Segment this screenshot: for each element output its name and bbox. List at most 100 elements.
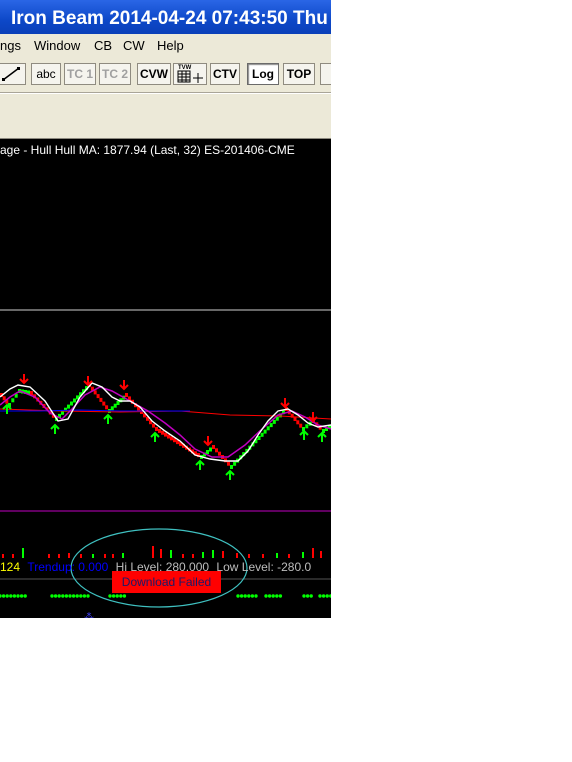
renko-bricks bbox=[0, 383, 331, 469]
trend-dots bbox=[0, 594, 331, 598]
indicator-value: 124 bbox=[0, 560, 21, 574]
trend-dot bbox=[325, 594, 329, 598]
trend-dot bbox=[321, 594, 326, 598]
down-arrow-icon bbox=[203, 436, 213, 447]
renko-brick bbox=[102, 401, 106, 406]
trend-dot bbox=[302, 594, 306, 598]
ctv-button[interactable]: CTV bbox=[210, 63, 240, 85]
up-arrow-icon bbox=[317, 431, 327, 442]
down-arrow-icon bbox=[19, 374, 29, 385]
tc1-button[interactable]: TC 1 bbox=[64, 63, 96, 85]
trend-dot bbox=[12, 594, 17, 598]
trend-dot bbox=[267, 594, 272, 598]
down-arrow-icon bbox=[280, 398, 290, 409]
trend-dot bbox=[254, 594, 258, 598]
renko-brick bbox=[212, 445, 215, 449]
renko-brick bbox=[293, 417, 297, 421]
renko-brick bbox=[67, 404, 70, 409]
trend-dot bbox=[23, 594, 27, 598]
indicator-histogram bbox=[2, 546, 322, 558]
line-tool-button[interactable] bbox=[0, 63, 26, 85]
menu-settings[interactable]: ngs bbox=[0, 38, 21, 53]
histogram-bar bbox=[248, 554, 250, 558]
menu-cw[interactable]: CW bbox=[123, 38, 145, 53]
trend-dot bbox=[239, 594, 244, 598]
trend-dot bbox=[275, 594, 279, 598]
renko-brick bbox=[266, 426, 270, 431]
menu-cb[interactable]: CB bbox=[94, 38, 112, 53]
histogram-bar bbox=[58, 554, 60, 558]
histogram-bar bbox=[320, 551, 322, 558]
renko-brick bbox=[152, 423, 155, 428]
log-scale-button[interactable]: Log bbox=[247, 63, 279, 85]
histogram-bar bbox=[212, 550, 214, 558]
trend-dot bbox=[1, 594, 6, 598]
renko-brick bbox=[272, 419, 276, 424]
title-bar[interactable]: Iron Beam 2014-04-24 07:43:50 Thu bbox=[0, 0, 331, 34]
menu-help[interactable]: Help bbox=[157, 38, 184, 53]
histogram-bar bbox=[276, 553, 278, 558]
renko-brick bbox=[218, 451, 221, 456]
renko-brick bbox=[296, 420, 300, 425]
trend-dot bbox=[264, 594, 268, 598]
histogram-bar bbox=[312, 548, 314, 558]
renko-brick bbox=[158, 428, 161, 433]
trend-dot bbox=[243, 594, 247, 598]
cvw-button[interactable]: CVW bbox=[137, 63, 171, 85]
trend-dot bbox=[329, 594, 331, 598]
renko-brick bbox=[2, 396, 6, 401]
trend-dot bbox=[57, 594, 61, 598]
trading-app-window: Iron Beam 2014-04-24 07:43:50 Thu ngs Wi… bbox=[0, 0, 331, 618]
renko-brick bbox=[105, 405, 109, 410]
trend-dot bbox=[5, 594, 9, 598]
trend-dot bbox=[119, 594, 123, 598]
hull-ma-line bbox=[0, 382, 331, 462]
histogram-bar bbox=[262, 554, 264, 558]
renko-brick bbox=[113, 403, 117, 408]
up-arrow-icon bbox=[299, 429, 309, 440]
trend-dot bbox=[82, 594, 87, 598]
grid-plus-icon bbox=[177, 70, 203, 83]
trend-dot bbox=[86, 594, 90, 598]
trend-dot bbox=[68, 594, 72, 598]
signal-arrows bbox=[2, 374, 327, 480]
renko-brick bbox=[269, 423, 273, 428]
renko-brick bbox=[125, 393, 128, 397]
trend-dot bbox=[16, 594, 20, 598]
renko-brick bbox=[263, 429, 267, 434]
text-tool-button[interactable]: abc bbox=[31, 63, 61, 85]
renko-brick bbox=[99, 397, 103, 402]
window-title: Iron Beam 2014-04-24 07:43:50 Thu bbox=[11, 8, 328, 29]
histogram-bar bbox=[122, 553, 124, 558]
trend-dot bbox=[64, 594, 69, 598]
trend-dot bbox=[250, 594, 255, 598]
renko-brick bbox=[116, 401, 120, 405]
renko-brick bbox=[96, 394, 100, 399]
histogram-bar bbox=[104, 554, 106, 558]
renko-brick bbox=[110, 406, 114, 411]
chart-canvas: ⁂ bbox=[0, 309, 331, 618]
trend-dot bbox=[50, 594, 54, 598]
up-arrow-icon bbox=[50, 423, 60, 434]
renko-brick bbox=[206, 450, 209, 454]
renko-brick bbox=[233, 461, 237, 466]
toolbar-overflow-button[interactable] bbox=[320, 63, 331, 85]
chart-tab-strip bbox=[0, 116, 331, 139]
renko-brick bbox=[167, 434, 170, 439]
renko-brick bbox=[93, 390, 97, 395]
histogram-bar bbox=[12, 554, 14, 558]
histogram-bar bbox=[182, 554, 184, 558]
tvw-grid-button[interactable]: TVW bbox=[173, 63, 207, 85]
up-arrow-icon bbox=[195, 459, 205, 470]
download-failed-popup[interactable]: Download Failed bbox=[112, 571, 221, 593]
tc2-button[interactable]: TC 2 bbox=[99, 63, 131, 85]
histogram-bar bbox=[112, 554, 114, 558]
menu-window[interactable]: Window bbox=[34, 38, 80, 53]
top-button[interactable]: TOP bbox=[283, 63, 315, 85]
price-chart[interactable]: age - Hull Hull MA: 1877.94 (Last, 32) E… bbox=[0, 139, 331, 618]
renko-brick bbox=[260, 432, 264, 437]
up-arrow-icon bbox=[150, 431, 160, 442]
trend-dot bbox=[318, 594, 322, 598]
trend-dot bbox=[71, 594, 76, 598]
trend-dot bbox=[108, 594, 112, 598]
